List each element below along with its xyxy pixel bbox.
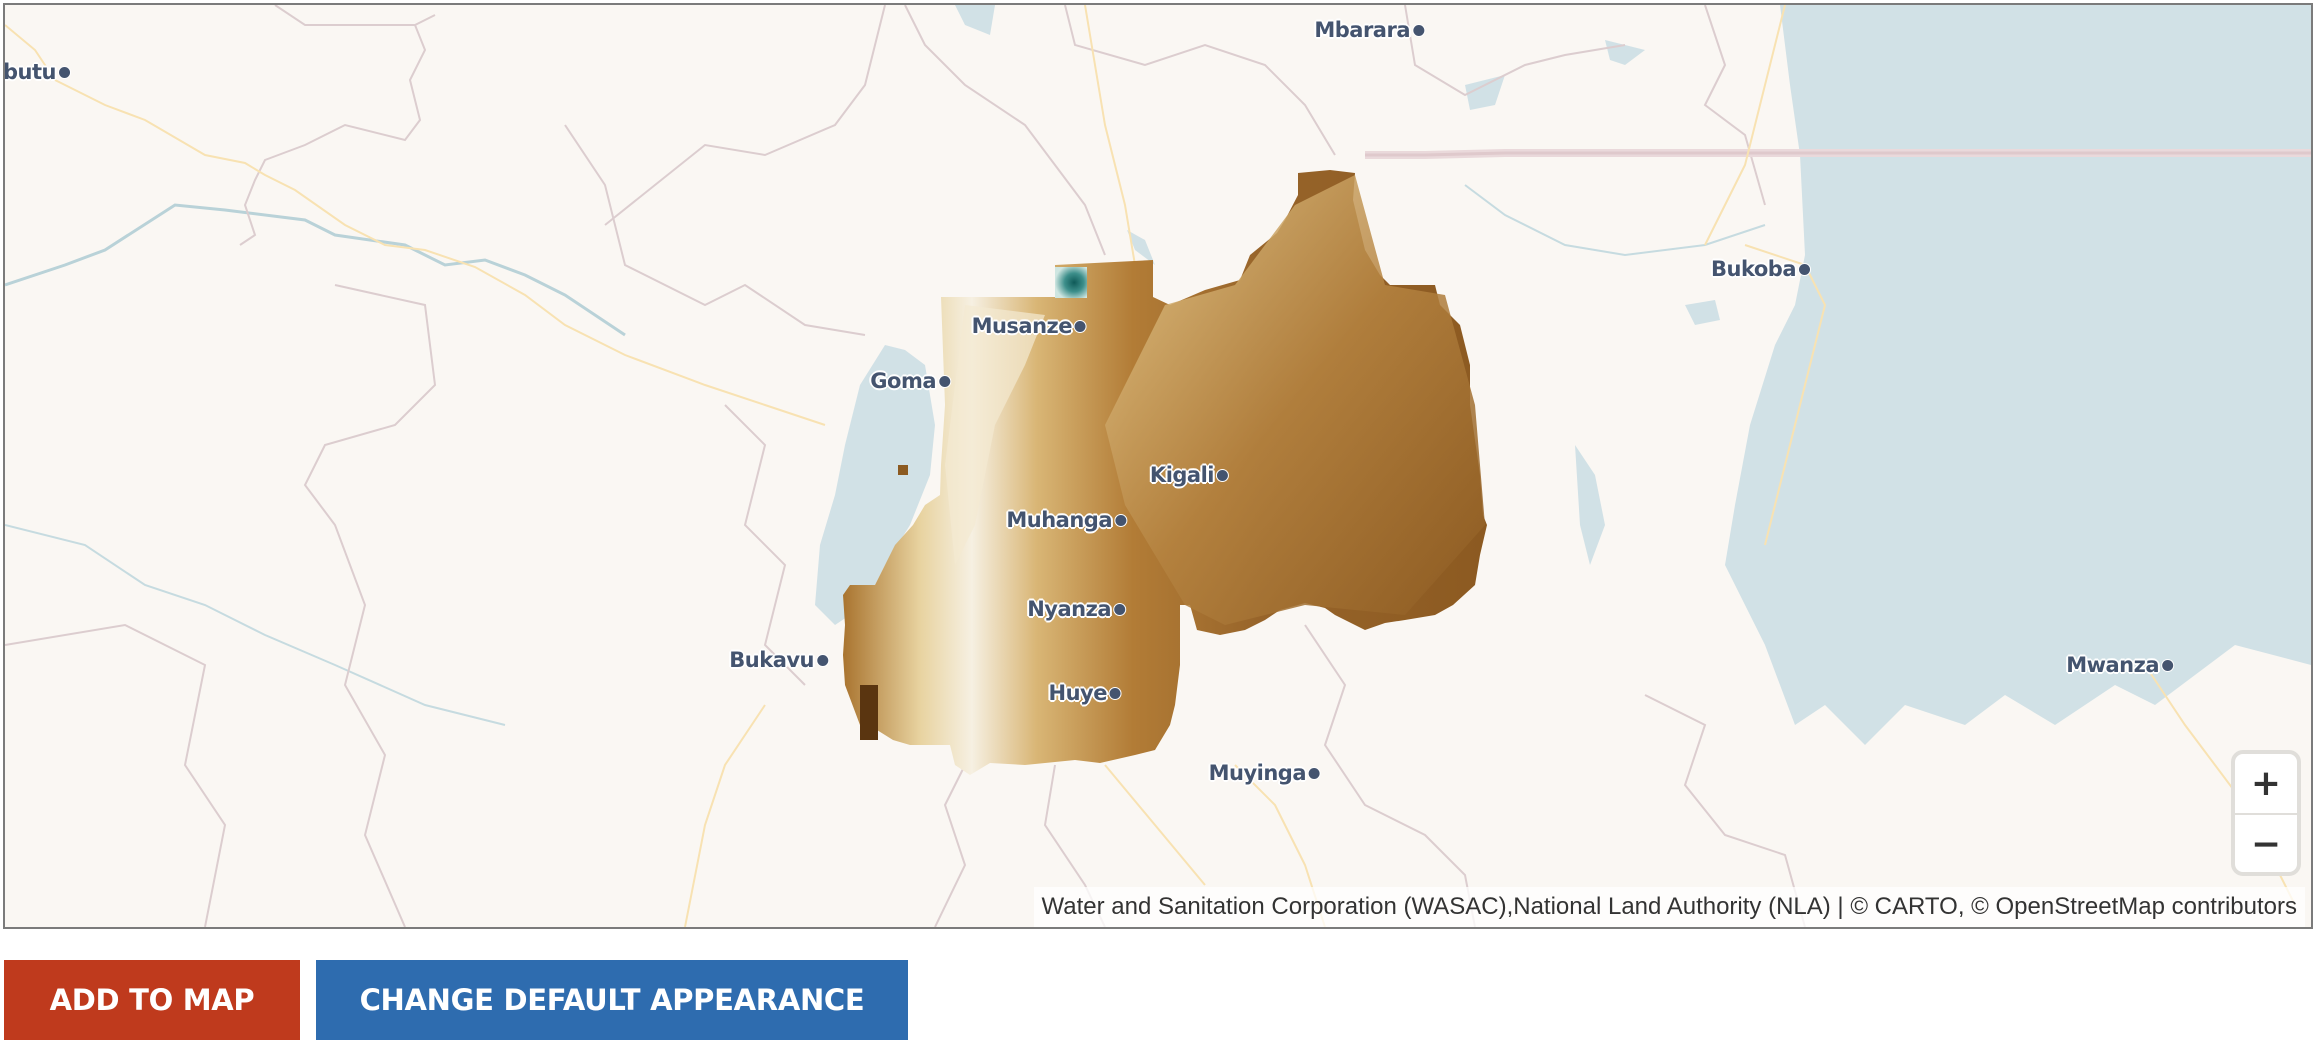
city-dot-icon [1115,514,1126,526]
city-label: Kigali [1150,463,1228,487]
city-dot-icon [1309,767,1320,779]
add-to-map-button[interactable]: ADD TO MAP [4,960,300,1040]
change-default-appearance-button[interactable]: CHANGE DEFAULT APPEARANCE [316,960,908,1040]
city-label: Musanze [972,314,1086,338]
city-dot-icon [939,375,950,387]
city-dot-icon [817,654,828,666]
city-dot-icon [1114,603,1125,615]
city-label: Goma [870,369,950,393]
city-dot-icon [2162,659,2173,671]
city-dot-icon [59,66,70,78]
minus-icon: − [2250,824,2282,865]
zoom-control: + − [2231,750,2301,876]
city-dot-icon [1799,263,1810,275]
city-label: Muyinga [1209,761,1320,785]
city-label: Mbarara [1314,18,1424,42]
city-dot-icon [1217,469,1228,481]
zoom-in-button[interactable]: + [2235,754,2297,813]
city-dot-icon [1413,24,1424,36]
city-label: butu [5,60,70,84]
lake-victoria [1725,5,2311,745]
city-label: Nyanza [1027,597,1125,621]
city-label: Mwanza [2066,653,2173,677]
plus-icon: + [2250,763,2282,804]
zoom-out-button[interactable]: − [2235,813,2297,872]
city-label: Bukoba [1711,257,1810,281]
city-dot-icon [1110,687,1121,699]
map-attribution: Water and Sanitation Corporation (WASAC)… [1033,887,2305,927]
city-label: Bukavu [729,648,828,672]
city-label: Huye [1049,681,1121,705]
city-dot-icon [1075,320,1086,332]
map-viewer[interactable]: butu Mbarara Bukoba Musanze Goma Kigali … [3,3,2313,929]
city-label: Muhanga [1006,508,1126,532]
